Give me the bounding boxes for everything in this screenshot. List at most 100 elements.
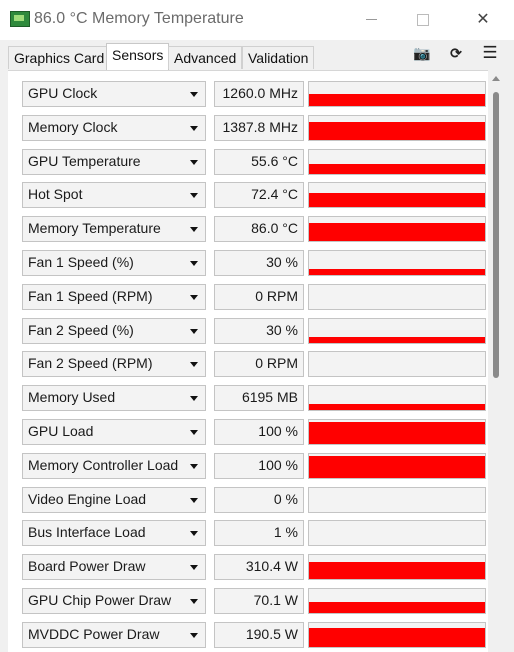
sensor-selector[interactable]: Hot Spot (22, 182, 206, 209)
camera-icon[interactable]: 📷 (413, 44, 431, 62)
tab-advanced[interactable]: Advanced (168, 46, 243, 69)
chevron-down-icon[interactable] (190, 125, 198, 131)
sensor-name: Memory Used (28, 389, 116, 406)
tab-bar: Graphics Card Sensors Advanced Validatio… (0, 40, 514, 70)
vertical-scrollbar[interactable] (489, 70, 504, 651)
minimize-button[interactable] (348, 6, 394, 34)
sensor-graph-fill (309, 193, 485, 208)
sensor-selector[interactable]: GPU Chip Power Draw (22, 588, 206, 614)
chevron-down-icon[interactable] (190, 362, 198, 368)
minimize-icon (365, 19, 377, 21)
scroll-thumb[interactable] (493, 92, 499, 378)
sensor-name: GPU Temperature (28, 152, 141, 169)
chevron-down-icon[interactable] (190, 599, 198, 604)
sensor-selector[interactable]: GPU Clock (22, 81, 206, 107)
sensor-name: MVDDC Power Draw (28, 625, 160, 642)
sensor-selector[interactable]: Board Power Draw (22, 554, 206, 581)
sensor-value: 100 % (258, 423, 298, 439)
sensor-graph[interactable] (308, 114, 486, 141)
sensor-selector[interactable]: Memory Used (22, 385, 206, 412)
sensor-graph[interactable] (308, 385, 486, 412)
sensor-value-box: 190.5 W (214, 621, 304, 648)
chevron-down-icon[interactable] (190, 294, 198, 300)
sensor-value: 1387.8 MHz (222, 118, 298, 135)
sensor-graph[interactable] (308, 588, 486, 614)
chevron-down-icon[interactable] (190, 531, 198, 537)
sensor-graph[interactable] (308, 554, 486, 581)
sensor-value: 6195 MB (241, 389, 298, 406)
title-bar: 86.0 °C Memory Temperature ✕ (0, 0, 514, 40)
sensor-graph[interactable] (308, 520, 486, 547)
sensor-name: GPU Load (28, 423, 94, 439)
chevron-down-icon[interactable] (190, 632, 198, 638)
sensor-value-box: 1387.8 MHz (214, 114, 304, 141)
sensor-graph[interactable] (308, 182, 486, 209)
sensor-selector[interactable]: Memory Clock (22, 114, 206, 141)
sensor-row: Memory Controller Load 100 % (16, 452, 486, 479)
sensor-selector[interactable]: Memory Controller Load (22, 452, 206, 479)
chevron-down-icon[interactable] (190, 159, 198, 165)
tab-graphics-card[interactable]: Graphics Card (8, 46, 111, 69)
sensor-row: Fan 1 Speed (%) 30 % (16, 250, 486, 276)
sensor-name: Fan 2 Speed (RPM) (28, 355, 153, 372)
sensor-value-box: 30 % (214, 317, 304, 344)
sensor-value-box: 55.6 °C (214, 148, 304, 175)
sensor-graph-fill (309, 94, 485, 106)
sensor-graph[interactable] (308, 621, 486, 648)
sensor-selector[interactable]: Fan 2 Speed (%) (22, 317, 206, 344)
sensor-value-box: 100 % (214, 452, 304, 479)
chevron-down-icon[interactable] (190, 396, 198, 402)
sensor-graph[interactable] (308, 216, 486, 243)
tab-sensors[interactable]: Sensors (106, 43, 170, 70)
sensor-selector[interactable]: MVDDC Power Draw (22, 621, 206, 648)
sensor-value-box: 70.1 W (214, 588, 304, 614)
sensor-row: GPU Chip Power Draw 70.1 W (16, 588, 486, 614)
chevron-down-icon[interactable] (190, 430, 198, 435)
sensor-selector[interactable]: Memory Temperature (22, 216, 206, 243)
sensor-selector[interactable]: Fan 2 Speed (RPM) (22, 351, 206, 378)
sensor-selector[interactable]: Fan 1 Speed (RPM) (22, 283, 206, 310)
sensor-graph[interactable] (308, 317, 486, 344)
sensor-selector[interactable]: GPU Temperature (22, 148, 206, 175)
sensor-selector[interactable]: GPU Load (22, 419, 206, 445)
maximize-button[interactable] (400, 6, 446, 34)
scroll-up-icon[interactable] (492, 76, 500, 81)
sensor-graph[interactable] (308, 486, 486, 513)
sensor-selector[interactable]: Fan 1 Speed (%) (22, 250, 206, 276)
sensor-name: GPU Clock (28, 85, 98, 101)
sensor-graph-fill (309, 336, 485, 343)
sensor-graph[interactable] (308, 81, 486, 107)
sensor-selector[interactable]: Bus Interface Load (22, 520, 206, 547)
chevron-down-icon[interactable] (190, 193, 198, 199)
sensor-value: 30 % (266, 254, 298, 270)
chevron-down-icon[interactable] (190, 565, 198, 571)
sensor-graph-fill (309, 602, 485, 613)
chevron-down-icon[interactable] (190, 261, 198, 266)
chevron-down-icon[interactable] (190, 463, 198, 469)
sensor-row: Memory Used 6195 MB (16, 385, 486, 412)
sensor-graph[interactable] (308, 452, 486, 479)
sensor-graph[interactable] (308, 283, 486, 310)
close-button[interactable]: ✕ (460, 6, 506, 34)
sensor-value-box: 30 % (214, 250, 304, 276)
sensor-graph-fill (309, 627, 485, 647)
refresh-icon[interactable]: ⟳ (447, 44, 465, 62)
sensor-selector[interactable]: Video Engine Load (22, 486, 206, 513)
chevron-down-icon[interactable] (190, 227, 198, 233)
chevron-down-icon[interactable] (190, 497, 198, 503)
sensor-name: Memory Controller Load (28, 456, 179, 473)
sensor-graph[interactable] (308, 148, 486, 175)
chevron-down-icon[interactable] (190, 92, 198, 97)
sensor-row: GPU Temperature 55.6 °C (16, 148, 486, 175)
sensor-value: 1 % (273, 524, 298, 541)
menu-icon[interactable]: ☰ (481, 44, 499, 62)
sensor-value: 0 RPM (255, 287, 298, 304)
chevron-down-icon[interactable] (190, 328, 198, 334)
tab-validation[interactable]: Validation (242, 46, 315, 69)
sensor-name: Fan 1 Speed (RPM) (28, 287, 153, 304)
sensor-graph[interactable] (308, 250, 486, 276)
sensor-graph[interactable] (308, 419, 486, 445)
sensor-graph[interactable] (308, 351, 486, 378)
sensor-name: Fan 2 Speed (%) (28, 321, 134, 338)
sensor-value: 1260.0 MHz (222, 85, 298, 101)
